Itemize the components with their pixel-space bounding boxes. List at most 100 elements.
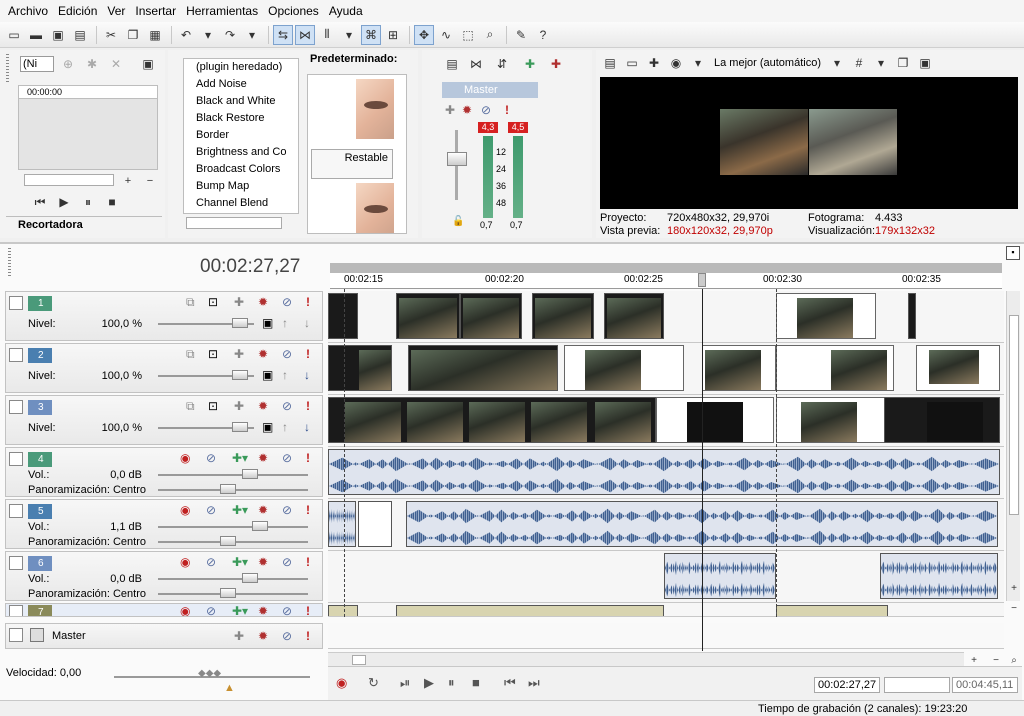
video-clip[interactable] xyxy=(532,293,594,339)
pan-slider-knob[interactable] xyxy=(220,536,236,546)
master-track-header[interactable]: Master ✚ ✹ ⊘ ! xyxy=(5,623,323,649)
track-lane-2[interactable] xyxy=(328,343,1004,395)
save-snapshot-icon[interactable]: ▣ xyxy=(915,53,935,73)
video-clip[interactable] xyxy=(884,397,1000,443)
bus-tool-icon[interactable]: ▤ xyxy=(442,54,462,74)
preview-overlay-icon[interactable]: ✚ xyxy=(644,53,664,73)
zoom-tool-icon[interactable]: ⌕ xyxy=(480,25,500,45)
video-clip[interactable] xyxy=(604,293,664,339)
video-clip[interactable] xyxy=(460,293,522,339)
video-clip[interactable] xyxy=(776,293,876,339)
presets-list[interactable]: Restable xyxy=(307,74,407,234)
fx-item[interactable]: Bump Map xyxy=(184,178,298,195)
trimmer-close-icon[interactable]: ✕ xyxy=(106,54,126,74)
track-minimize-icon[interactable] xyxy=(9,628,23,642)
mute-icon[interactable]: ⊘ xyxy=(282,556,292,568)
track-fx-icon[interactable]: ✚ xyxy=(234,400,244,412)
bus-tool-icon[interactable]: ⇵ xyxy=(492,54,512,74)
trimmer-ruler[interactable]: 00:00:00 xyxy=(18,85,158,99)
mute-icon[interactable]: ⊘ xyxy=(282,296,292,308)
track-minimize-icon[interactable] xyxy=(9,504,23,518)
selection-start-field[interactable] xyxy=(884,677,950,693)
track-fx-icon[interactable]: ✚▾ xyxy=(232,556,248,568)
track-fx-icon[interactable]: ✚▾ xyxy=(232,452,248,464)
audio-clip[interactable] xyxy=(328,605,358,616)
menu-insertar[interactable]: Insertar xyxy=(131,4,180,18)
video-clip[interactable] xyxy=(396,293,460,339)
mute-icon[interactable]: ⊘ xyxy=(282,400,292,412)
zoom-out-icon[interactable]: − xyxy=(140,171,160,191)
mute-icon[interactable]: ⊘ xyxy=(282,452,292,464)
auto-ripple-icon[interactable]: ⇆ xyxy=(273,24,293,45)
bus-tool-icon[interactable]: ✚ xyxy=(546,54,566,74)
fx-item[interactable]: Broadcast Colors xyxy=(184,161,298,178)
record-icon[interactable]: ◉ xyxy=(336,675,347,691)
audio-clip[interactable] xyxy=(664,553,776,599)
undo-icon[interactable]: ↶ xyxy=(176,25,196,45)
level-slider-knob[interactable] xyxy=(232,422,248,432)
track-fx-settings-icon[interactable]: ✹ xyxy=(258,452,268,464)
track-fx-settings-icon[interactable]: ✹ xyxy=(258,348,268,360)
speed-indicator-icon[interactable]: ◆◆◆ xyxy=(198,668,221,679)
trimmer-start-icon[interactable]: ⏮ xyxy=(30,192,50,212)
video-clip[interactable] xyxy=(328,345,392,391)
solo-icon[interactable]: ! xyxy=(306,630,310,642)
redo-dropdown-icon[interactable]: ▾ xyxy=(242,25,262,45)
volume-slider[interactable] xyxy=(158,521,308,531)
track-minimize-icon[interactable] xyxy=(9,605,23,616)
level-slider[interactable] xyxy=(158,370,254,380)
fx-item[interactable]: Border xyxy=(184,127,298,144)
zoom-in-icon[interactable]: + xyxy=(118,171,138,191)
pan-slider-knob[interactable] xyxy=(220,484,236,494)
normal-edit-tool-icon[interactable]: ✥ xyxy=(414,24,434,45)
pan-slider[interactable] xyxy=(158,536,308,546)
fx-item[interactable]: Black and White xyxy=(184,93,298,110)
preview-split-icon[interactable]: ◉ xyxy=(666,53,686,73)
solo-icon[interactable]: ! xyxy=(306,556,310,568)
track-composite-icon[interactable]: ⊡ xyxy=(208,348,218,360)
snapping-dropdown-icon[interactable]: ▾ xyxy=(339,25,359,45)
track-fx-icon[interactable]: ✚ xyxy=(234,296,244,308)
menu-opciones[interactable]: Opciones xyxy=(264,4,323,18)
invert-phase-icon[interactable]: ⊘ xyxy=(206,504,216,516)
invert-phase-icon[interactable]: ⊘ xyxy=(206,605,216,616)
track-motion-icon[interactable]: ⧉ xyxy=(186,296,195,308)
solo-icon[interactable]: ! xyxy=(306,504,310,516)
menu-ver[interactable]: Ver xyxy=(103,4,129,18)
track-minimize-icon[interactable] xyxy=(9,348,23,362)
parent-up-icon[interactable]: ↑ xyxy=(282,421,288,433)
video-clip[interactable] xyxy=(564,345,684,391)
master-track-lane[interactable] xyxy=(328,623,1004,649)
audio-clip[interactable] xyxy=(880,553,998,599)
track-composite-icon[interactable]: ⊡ xyxy=(208,400,218,412)
preset-label[interactable]: Restable xyxy=(311,149,393,179)
preset-thumbnail[interactable] xyxy=(356,183,394,233)
parent-up-icon[interactable]: ↑ xyxy=(282,317,288,329)
mute-icon[interactable]: ⊘ xyxy=(282,504,292,516)
fx-item[interactable]: Add Noise xyxy=(184,76,298,93)
fx-item[interactable]: Black Restore xyxy=(184,110,298,127)
volume-slider[interactable] xyxy=(158,469,308,479)
marker-bar[interactable] xyxy=(330,263,1002,273)
properties-icon[interactable]: ✎ xyxy=(511,25,531,45)
preview-quality-dropdown-icon[interactable]: ▾ xyxy=(827,53,847,73)
audio-clip[interactable] xyxy=(328,501,356,547)
trimmer-icon-b[interactable]: ✱ xyxy=(82,54,102,74)
track-height-plus-icon[interactable]: + xyxy=(1004,578,1024,598)
cut-icon[interactable]: ✂ xyxy=(101,25,121,45)
invert-phase-icon[interactable]: ⊘ xyxy=(206,556,216,568)
record-arm-icon[interactable]: ◉ xyxy=(180,452,190,464)
volume-slider-knob[interactable] xyxy=(242,573,258,583)
bus-fx-icon[interactable]: ✚ xyxy=(445,104,455,116)
timeline-vscroll[interactable] xyxy=(1006,291,1020,601)
video-clip[interactable] xyxy=(656,397,774,443)
level-slider[interactable] xyxy=(158,422,254,432)
track-lane-3[interactable] xyxy=(328,395,1004,447)
volume-slider-knob[interactable] xyxy=(252,521,268,531)
open-folder-icon[interactable]: ▬ xyxy=(26,25,46,45)
audio-clip[interactable] xyxy=(776,605,888,616)
track-fx-icon[interactable]: ✚ xyxy=(234,348,244,360)
bus-tool-icon[interactable]: ✚ xyxy=(520,54,540,74)
fx-item[interactable]: Brightness and Co xyxy=(184,144,298,161)
track-lane-5[interactable] xyxy=(328,499,1004,551)
